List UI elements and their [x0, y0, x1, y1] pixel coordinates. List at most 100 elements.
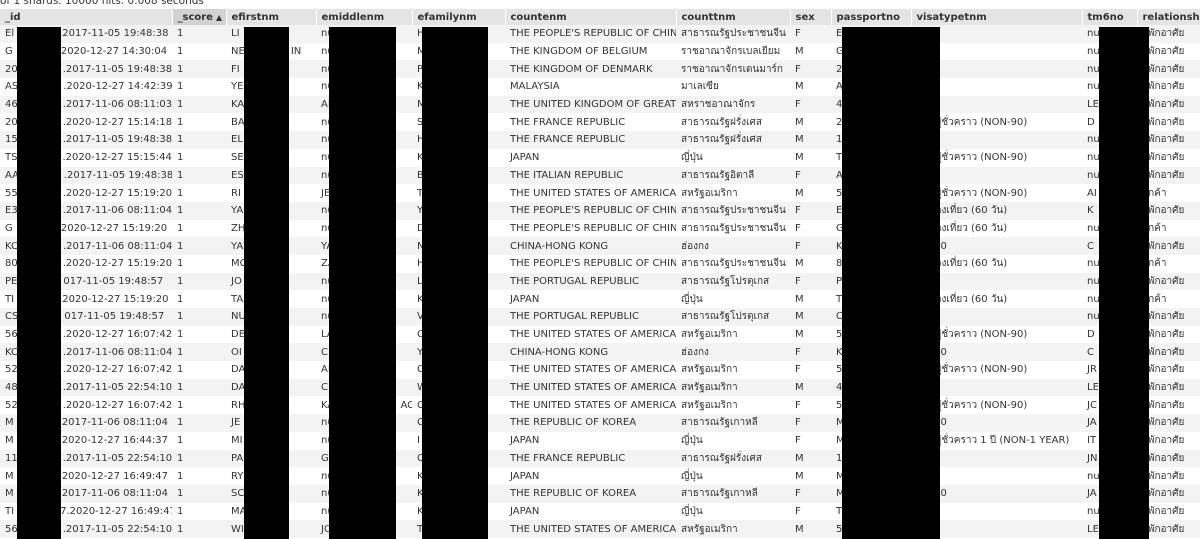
cell-score-text: 1: [177, 435, 184, 447]
cell-counttnm-text: สาธารณรัฐประชาชนจีน: [681, 222, 786, 234]
cell-score: 1: [172, 60, 226, 79]
cell-sex: F: [790, 414, 831, 432]
column-header-efamilynm[interactable]: efamilynm: [412, 9, 506, 25]
cell-counttnm-text: ญี่ปุ่น: [681, 152, 703, 164]
table-row[interactable]: 48.2017-11-05 22:54:101DACIWTHE UNITED S…: [0, 378, 1200, 397]
sort-ascending-icon[interactable]: ▲: [216, 13, 222, 22]
table-row[interactable]: AA .2017-11-05 19:48:38 1 ES nu B THE ITALIAN …: [0, 166, 1200, 185]
table-row[interactable]: 52.2020-12-27 16:07:42 1 DA AI C THE UNITED S…: [0, 361, 1200, 379]
table-row[interactable]: 20.2017-11-05 19:48:38 1 FI nu P THE KINGDOM …: [0, 60, 1200, 79]
cell-counttnm: สหรัฐอเมริกา: [676, 396, 790, 415]
table-row[interactable]: CS 017-11-05 19:48:57 1 NU nu V THE PORTUGAL R…: [0, 308, 1200, 326]
column-header-countenm[interactable]: countenm: [505, 9, 677, 25]
cell-tm6no-text: K: [1087, 205, 1094, 217]
cell-counttnm: ญี่ปุ่น: [676, 148, 790, 167]
cell-countenm: THE UNITED STATES OF AMERICA: [505, 520, 676, 538]
column-header-passportno[interactable]: passportno: [831, 9, 912, 25]
cell-id-timestamp: .2017-11-05 22:54:10: [62, 382, 172, 394]
cell-countenm: THE PEOPLE'S REPUBLIC OF CHINA: [505, 219, 676, 238]
redaction-efamilynm: [422, 27, 488, 539]
cell-id-timestamp: .2017-11-05 19:48:38: [62, 134, 172, 146]
cell-sex: M: [790, 325, 831, 344]
column-header-visatypetnm[interactable]: visatypetnm: [911, 9, 1083, 25]
cell-sex-text: F: [795, 99, 801, 111]
cell-score-text: 1: [177, 382, 184, 394]
cell-counttnm-text: สหราชอาณาจักร: [681, 99, 756, 111]
cell-counttnm: ฮ่องกง: [676, 237, 790, 255]
cell-score: 1: [172, 113, 226, 132]
column-header-counttnm[interactable]: counttnm: [676, 9, 791, 25]
table-row[interactable]: TS .2020-12-27 15:15:44 1 SE nu K JAPAN ญี่ปุ่น…: [0, 148, 1200, 167]
table-row[interactable]: 56.2020-12-27 16:07:42 1 DE LA C THE UNITED S…: [0, 325, 1200, 344]
results-table: _id _score ▲ efirstnm emiddlenm efamilynm coun…: [0, 9, 1200, 538]
column-header-label: efirstnm: [231, 11, 279, 23]
column-header-label: _score: [177, 11, 213, 23]
cell-sex-text: M: [795, 81, 804, 93]
cell-score-text: 1: [177, 275, 184, 287]
cell-sex-text: F: [795, 275, 801, 287]
cell-efirstnm-text: FI: [231, 63, 240, 75]
cell-sex: M: [790, 449, 831, 468]
cell-countenm-text: CHINA-HONG KONG: [510, 346, 609, 358]
table-row[interactable]: E3.2017-11-06 08:11:04 1 YA nu Y THE PEOPLE'S…: [0, 201, 1200, 220]
cell-score: 1: [172, 431, 226, 450]
cell-tm6no-text: AI: [1087, 187, 1097, 199]
table-row[interactable]: 11.2017-11-05 22:54:10 1 PA G C THE FRANCE RE…: [0, 449, 1200, 468]
cell-counttnm: สาธารณรัฐอิตาลี: [676, 166, 790, 185]
table-row[interactable]: 80.2020-12-27 15:19:20 1 MC ZA H THE PEOPLE'S…: [0, 254, 1200, 273]
table-row[interactable]: G .2020-12-27 14:30:04 1 NE IN nu M THE KINGDOM…: [0, 42, 1200, 61]
column-header-relationship[interactable]: relationship: [1137, 9, 1200, 25]
table-row[interactable]: KC .2017-11-06 08:11:04 1 YA YA N CHINA-HONG K…: [0, 237, 1200, 255]
table-row[interactable]: 55.2020-12-27 15:19:20 1 RI JE T THE UNITED S…: [0, 184, 1200, 202]
cell-score-text: 1: [177, 222, 184, 234]
redaction-id: [17, 27, 61, 539]
table-row[interactable]: M .2020-12-27 16:49:47 1 RY nu K JAPAN ญี่ปุ่น M…: [0, 467, 1200, 485]
cell-score: 1: [172, 396, 226, 415]
cell-tm6no-text: nu: [1087, 46, 1100, 58]
cell-counttnm: สหรัฐอเมริกา: [676, 325, 790, 344]
column-header-emiddlenm[interactable]: emiddlenm: [316, 9, 413, 25]
table-row[interactable]: 20.2020-12-27 15:14:18 1 BA nu S THE FRANCE R…: [0, 113, 1200, 132]
table-row[interactable]: M .2020-12-27 16:44:37 1 MI nu I JAPAN ญี่ปุ่น F…: [0, 431, 1200, 450]
column-header-efirstnm[interactable]: efirstnm: [226, 9, 317, 25]
table-row[interactable]: KC .2017-11-06 08:11:04 1 OI CI Y CHINA-HONG K…: [0, 343, 1200, 362]
cell-countenm-text: THE UNITED STATES OF AMERICA: [510, 329, 676, 341]
cell-sex-text: M: [795, 293, 804, 305]
table-row[interactable]: El .2017-11-05 19:48:38 1 LI nu H THE PEOPLE'S…: [0, 25, 1200, 43]
cell-id-prefix: 20: [5, 116, 18, 128]
table-row[interactable]: AS .2020-12-27 14:42:39 1 YE nu K MALAYSIA มาเล…: [0, 78, 1200, 96]
cell-id-timestamp: .2020-12-27 15:19:20: [57, 222, 168, 234]
cell-tm6no-text: D: [1087, 329, 1095, 341]
table-row[interactable]: 46.2017-11-06 08:11:031KAAIMTHE UNITED K…: [0, 95, 1200, 114]
cell-id-timestamp: .2020-12-27 14:30:04: [57, 46, 168, 58]
cell-sex: M: [790, 148, 831, 167]
column-header-sex[interactable]: sex: [790, 9, 832, 25]
cell-countenm: THE UNITED STATES OF AMERICA: [505, 396, 676, 415]
table-row[interactable]: PE 017-11-05 19:48:57 1 JO nu L THE PORTUGAL R…: [0, 272, 1200, 291]
table-row[interactable]: 15.2017-11-05 19:48:38 1 EL nu H THE FRANCE R…: [0, 131, 1200, 149]
cell-score-text: 1: [177, 28, 184, 40]
column-header-score[interactable]: _score ▲: [172, 9, 227, 25]
cell-score: 1: [172, 166, 226, 185]
cell-countenm-text: JAPAN: [510, 435, 540, 447]
table-row[interactable]: 52.2020-12-27 16:07:421RHKAACECTHE UNITE…: [0, 396, 1200, 415]
cell-tm6no-text: LE: [1087, 382, 1099, 394]
cell-tm6no-text: nu: [1087, 275, 1100, 287]
table-row[interactable]: M .2017-11-06 08:11:04 1 SC nu K THE REPUBLIC …: [0, 484, 1200, 503]
table-row[interactable]: M .2017-11-06 08:11:04 1 JE nu C THE REPUBLIC …: [0, 414, 1200, 432]
table-row[interactable]: TI .2020-12-27 15:19:20 1 TA nu K JAPAN ญี่ปุ่น…: [0, 290, 1200, 308]
cell-countenm: JAPAN: [505, 502, 676, 521]
cell-countenm: THE FRANCE REPUBLIC: [505, 449, 676, 468]
column-header-id[interactable]: _id: [0, 9, 173, 25]
table-body: El .2017-11-05 19:48:38 1 LI nu H THE PEOPLE'S…: [0, 25, 1200, 538]
cell-id-timestamp: .2017-11-06 08:11:04: [63, 346, 172, 358]
cell-score: 1: [172, 520, 226, 538]
cell-countenm-text: THE UNITED STATES OF AMERICA: [510, 399, 676, 411]
cell-sex-text: M: [795, 470, 804, 482]
column-header-tm6no[interactable]: tm6no: [1082, 9, 1138, 25]
table-row[interactable]: 56.2017-11-05 22:54:10 1 WI JO T THE UNITED S…: [0, 520, 1200, 538]
cell-tm6no-text: nu: [1087, 311, 1100, 323]
table-row[interactable]: TI 7.2020-12-27 16:49:47 1 MA nu K JAPAN ญี่ปุ่…: [0, 502, 1200, 521]
table-row[interactable]: G .2020-12-27 15:19:20 1 ZH nu D THE PEOPLE'S …: [0, 219, 1200, 238]
cell-sex: M: [790, 78, 831, 96]
